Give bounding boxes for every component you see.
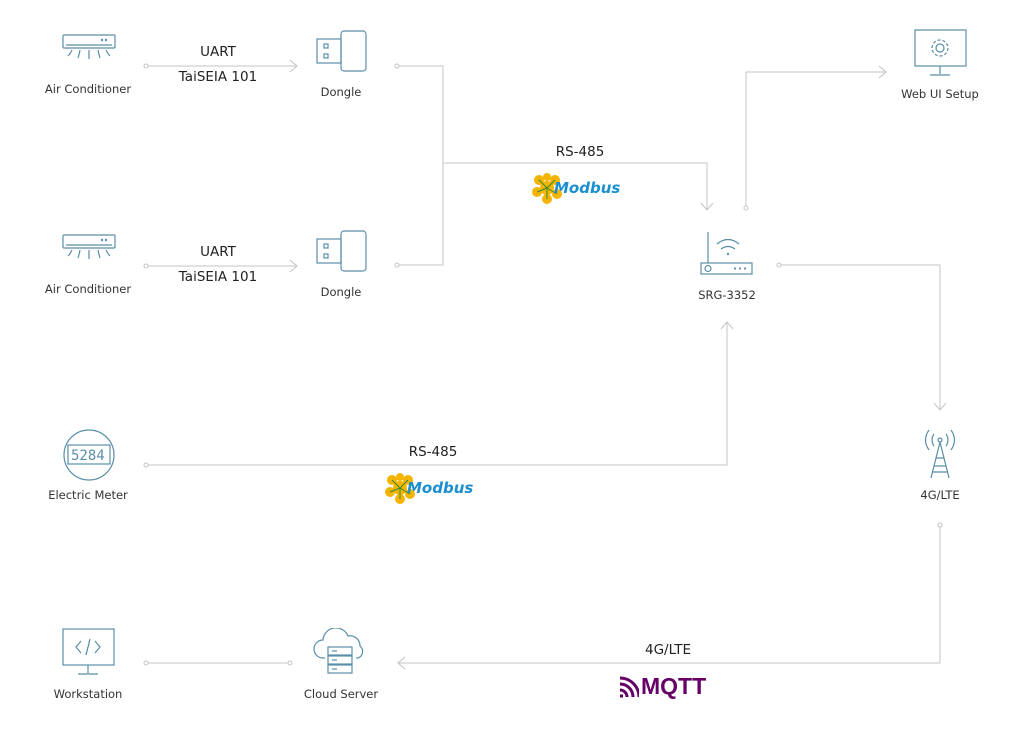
network-diagram: 5284 Air Conditioner Air Conditioner Don… <box>0 0 1024 739</box>
monitor-code-icon <box>62 628 115 675</box>
ac1-link-protocol: UART <box>200 44 236 60</box>
dongle1-label: Dongle <box>320 85 362 99</box>
workstation-to-cloud-line <box>143 660 293 666</box>
gateway-to-webui-line <box>743 65 887 211</box>
ac1-label: Air Conditioner <box>44 82 132 96</box>
modbus-logo: Modbus <box>530 172 620 204</box>
monitor-gear-icon <box>914 29 967 76</box>
svg-text:5284: 5284 <box>71 448 105 464</box>
cloud-server-icon <box>313 628 364 674</box>
air-conditioner-icon <box>62 34 116 59</box>
gateway-label: SRG-3352 <box>698 288 756 302</box>
ac1-link-standard: TaiSEIA 101 <box>178 69 258 85</box>
air-conditioner-icon <box>62 234 116 259</box>
modbus-logo-text: Modbus <box>407 479 474 497</box>
meter-gateway-protocol: RS-485 <box>408 444 458 460</box>
mqtt-signal-icon <box>619 676 639 697</box>
ac2-link-standard: TaiSEIA 101 <box>178 269 258 285</box>
electric-meter-icon: 5284 <box>63 429 115 481</box>
mqtt-logo: MQTT <box>619 673 706 700</box>
meter-label: Electric Meter <box>48 488 128 502</box>
ac2-link-protocol: UART <box>200 244 236 260</box>
dongle2-label: Dongle <box>320 285 362 299</box>
modbus-logo-text: Modbus <box>554 179 621 197</box>
modbus-logo: Modbus <box>383 472 473 504</box>
mqtt-logo-text: MQTT <box>641 673 707 699</box>
workstation-label: Workstation <box>53 687 123 701</box>
usb-dongle-icon <box>316 230 367 272</box>
ac2-label: Air Conditioner <box>44 282 132 296</box>
connection-lines <box>143 59 947 670</box>
webui-label: Web UI Setup <box>901 87 979 101</box>
lte-label: 4G/LTE <box>920 488 960 502</box>
dongle-gateway-protocol: RS-485 <box>555 144 605 160</box>
dongles-to-gateway-line <box>394 63 714 268</box>
usb-dongle-icon <box>316 30 367 72</box>
cloud-label: Cloud Server <box>303 687 379 701</box>
router-icon <box>700 232 753 275</box>
cell-tower-icon <box>924 429 956 479</box>
gateway-to-lte-line <box>776 262 947 411</box>
lte-cloud-protocol: 4G/LTE <box>644 642 692 658</box>
